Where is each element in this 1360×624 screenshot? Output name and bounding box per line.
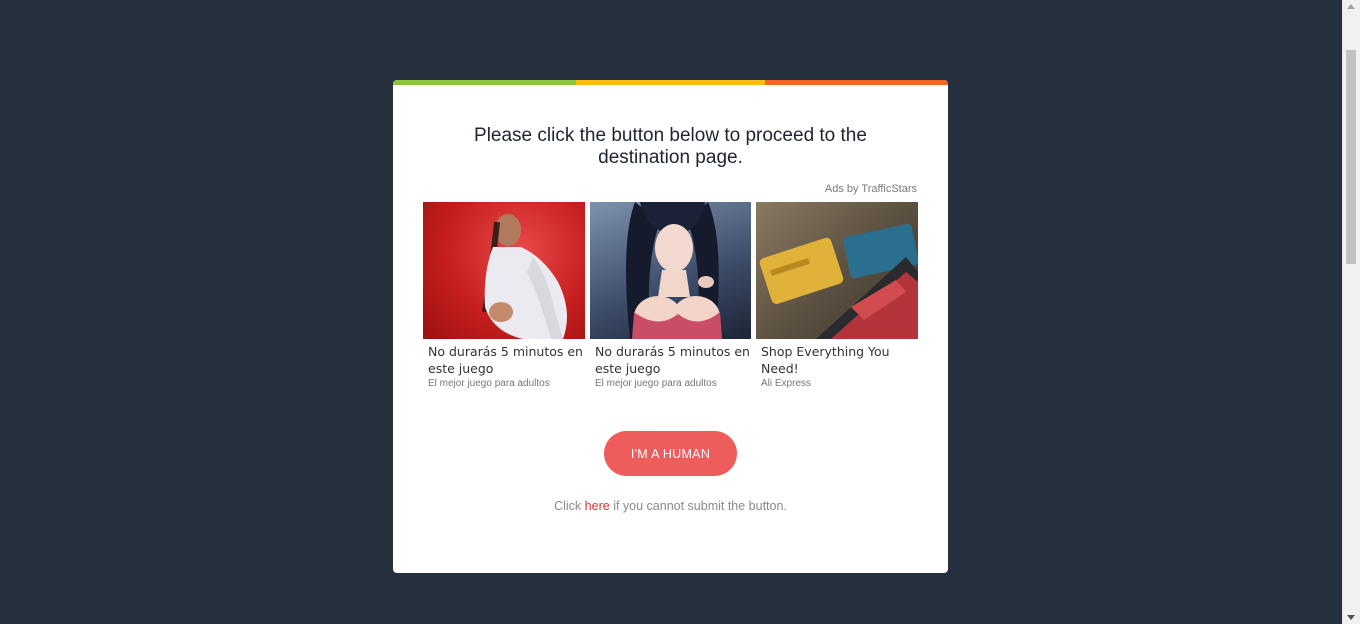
color-bar-orange [765,80,948,85]
ad-card[interactable]: No durarás 5 minutos en este juego El me… [590,202,751,392]
scroll-down-arrow-icon[interactable] [1347,615,1355,620]
vertical-scrollbar[interactable] [1342,0,1360,624]
ads-by-label[interactable]: Ads by TrafficStars [825,183,917,195]
ad-subtitle[interactable]: Ali Express [761,378,918,389]
ad-title[interactable]: No durarás 5 minutos en este juego [595,343,751,377]
color-bar-yellow [576,80,765,85]
here-link[interactable]: here [585,499,610,513]
credit-cards-tablet-image[interactable] [756,202,918,339]
dialog-heading: Please click the button below to proceed… [474,125,867,168]
ad-card[interactable]: Shop Everything You Need! Ali Express [756,202,918,392]
ad-title[interactable]: No durarás 5 minutos en este juego [428,343,585,377]
scroll-up-arrow-icon[interactable] [1347,4,1355,9]
color-bar-green [393,80,576,85]
ad-subtitle[interactable]: El mejor juego para adultos [595,378,751,389]
footer-note: Click here if you cannot submit the butt… [393,499,948,513]
im-a-human-button[interactable]: I'M A HUMAN [604,431,737,476]
footer-suffix: if you cannot submit the button. [613,499,787,513]
ad-subtitle[interactable]: El mejor juego para adultos [428,378,585,389]
verification-dialog: Please click the button below to proceed… [393,80,948,573]
footer-prefix: Click [554,499,582,513]
anime-woman-image[interactable] [590,202,751,339]
ad-title[interactable]: Shop Everything You Need! [761,343,918,377]
ad-card[interactable]: No durarás 5 minutos en este juego El me… [423,202,585,392]
woman-red-background-image[interactable] [423,202,585,339]
scroll-thumb[interactable] [1346,50,1356,264]
progress-color-bar [393,80,948,85]
ads-row: No durarás 5 minutos en este juego El me… [423,202,918,392]
